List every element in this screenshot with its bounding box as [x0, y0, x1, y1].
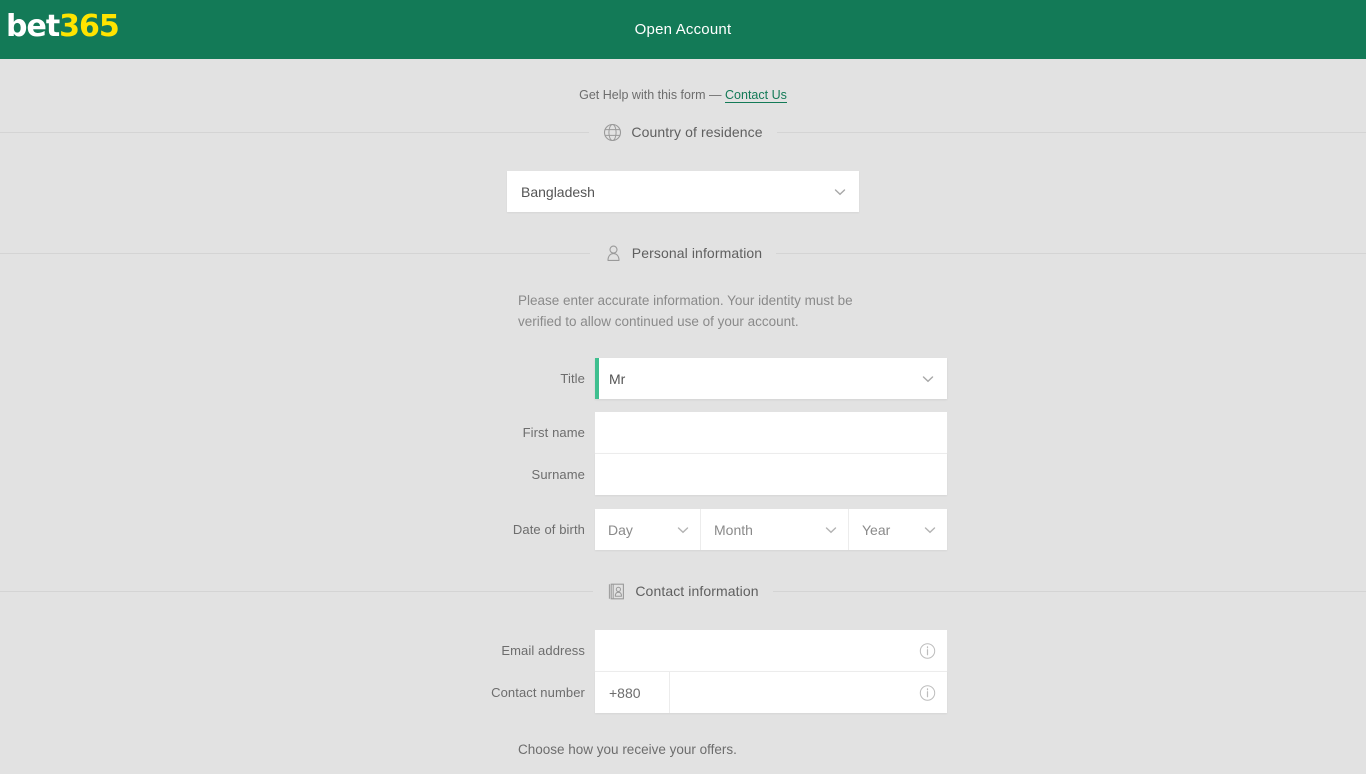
section-heading-country: Country of residence — [0, 115, 1366, 149]
surname-control — [595, 453, 947, 495]
section-heading-contact: Contact information — [0, 574, 1366, 608]
title-field-block: Title Mr — [0, 358, 1366, 399]
dob-month-select[interactable]: Month — [700, 509, 848, 550]
section-label-contact: Contact information — [635, 583, 758, 599]
dob-control: Day Month Year — [595, 509, 947, 550]
chevron-down-icon — [823, 522, 839, 538]
section-heading-personal: Personal information — [0, 236, 1366, 270]
first-name-control — [595, 412, 947, 453]
email-label: Email address — [419, 643, 595, 658]
dob-year-select[interactable]: Year — [848, 509, 947, 550]
country-select-wrapper: Bangladesh — [507, 171, 859, 212]
title-label: Title — [419, 371, 595, 386]
country-select-value: Bangladesh — [521, 184, 595, 200]
chevron-down-icon — [675, 522, 691, 538]
surname-row: Surname — [419, 453, 947, 495]
info-icon[interactable] — [919, 642, 936, 659]
personal-note-block: Please enter accurate information. Your … — [0, 270, 1366, 332]
personal-info-note: Please enter accurate information. Your … — [507, 290, 859, 332]
offers-intro-text: Choose how you receive your offers. — [507, 742, 859, 757]
chevron-down-icon — [832, 184, 848, 200]
first-name-label: First name — [419, 425, 595, 440]
title-accent-bar — [595, 358, 599, 399]
first-name-input[interactable] — [595, 412, 947, 453]
dob-field-block: Date of birth Day Month — [0, 509, 1366, 550]
first-name-row: First name — [419, 412, 947, 453]
email-control — [595, 630, 947, 671]
offers-intro-block: Choose how you receive your offers. — [0, 742, 1366, 757]
country-select[interactable]: Bangladesh — [507, 171, 859, 212]
section-label-country: Country of residence — [631, 124, 762, 140]
help-text: Get Help with this form — — [579, 88, 721, 102]
logo-365-text: 365 — [59, 9, 119, 44]
app-header: bet365 Open Account — [0, 0, 1366, 59]
dob-day-select[interactable]: Day — [595, 509, 700, 550]
title-control: Mr — [595, 358, 947, 399]
country-field-block: Bangladesh — [0, 149, 1366, 212]
dob-month-value: Month — [714, 522, 753, 538]
logo-bet-text: bet — [6, 9, 59, 44]
contact-us-link[interactable]: Contact Us — [725, 88, 787, 103]
contact-number-label: Contact number — [419, 685, 595, 700]
contact-field-block: Email address — [0, 630, 1366, 713]
title-select-value: Mr — [609, 371, 625, 387]
contact-number-input[interactable]: +880 — [595, 672, 947, 713]
dob-year-value: Year — [862, 522, 890, 538]
dob-day-value: Day — [608, 522, 633, 538]
chevron-down-icon — [920, 371, 936, 387]
name-field-block: First name Surname — [0, 412, 1366, 495]
person-icon — [604, 244, 623, 263]
chevron-down-icon — [922, 522, 938, 538]
title-select[interactable]: Mr — [595, 358, 947, 399]
help-row: Get Help with this form — Contact Us — [0, 59, 1366, 102]
surname-input[interactable] — [595, 454, 947, 495]
surname-label: Surname — [419, 467, 595, 482]
email-row: Email address — [419, 630, 947, 671]
date-of-birth-label: Date of birth — [419, 522, 595, 537]
contact-number-row: Contact number +880 — [419, 671, 947, 713]
section-label-personal: Personal information — [632, 245, 762, 261]
globe-icon — [603, 123, 622, 142]
country-code-prefix: +880 — [595, 672, 670, 713]
info-icon[interactable] — [919, 684, 936, 701]
bet365-logo[interactable]: bet365 — [6, 10, 119, 44]
email-input[interactable] — [595, 630, 947, 671]
page-title: Open Account — [635, 21, 732, 38]
page-body: Get Help with this form — Contact Us Cou… — [0, 59, 1366, 774]
address-book-icon — [607, 582, 626, 601]
contact-number-control: +880 — [595, 671, 947, 713]
